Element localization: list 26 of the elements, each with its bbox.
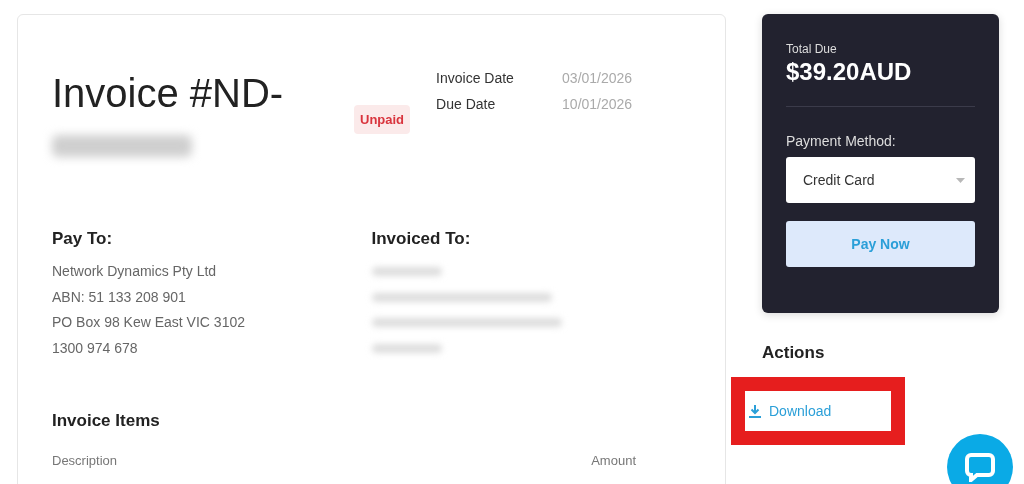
pay-now-button[interactable]: Pay Now	[786, 221, 975, 267]
payment-method-label: Payment Method:	[786, 133, 897, 149]
items-heading: Invoice Items	[52, 411, 161, 431]
address-line: Network Dynamics Pty Ltd	[52, 262, 218, 281]
status-badge: Unpaid	[354, 105, 411, 134]
date-value: 03/01/2026	[562, 70, 633, 86]
total-amount: $39.20AUD	[786, 58, 913, 86]
invoiced-to-heading: Invoiced To:	[371, 229, 472, 249]
invoice-title: Invoice #ND-	[52, 70, 285, 117]
address-line: 1300 974 678	[52, 338, 139, 358]
date-label: Invoice Date	[436, 70, 515, 86]
address-line: PO Box 98 Kew East VIC 3102	[52, 313, 246, 332]
download-icon	[749, 404, 761, 418]
date-label: Due Date	[436, 96, 497, 112]
chat-icon	[965, 452, 995, 482]
column-header: Description	[52, 453, 118, 468]
caret-icon	[956, 177, 965, 183]
actions-heading: Actions	[762, 343, 826, 363]
download-link[interactable]: Download	[747, 399, 834, 423]
chat-button[interactable]	[947, 434, 1013, 484]
payment-method-select[interactable]: Credit Card	[786, 157, 975, 203]
column-header: Amount	[591, 453, 636, 468]
address-line: ABN: 51 133 208 901	[52, 287, 187, 307]
date-value: 10/01/2026	[562, 96, 633, 112]
pay-to-heading: Pay To:	[52, 229, 114, 249]
total-label: Total Due	[786, 42, 838, 56]
